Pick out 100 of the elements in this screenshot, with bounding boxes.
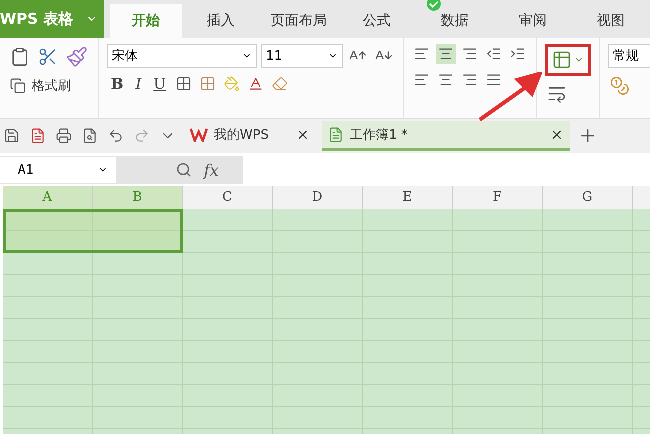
document-tab[interactable]: 工作簿1 * [322, 121, 570, 151]
grid-cell[interactable] [363, 253, 453, 275]
paste-icon[interactable] [10, 47, 30, 67]
ribbon-tab[interactable]: 数据 [416, 4, 494, 38]
print-icon[interactable] [56, 128, 72, 144]
grid-cell[interactable] [453, 209, 543, 231]
align-left-icon[interactable] [414, 72, 430, 88]
grid-cell[interactable] [273, 363, 363, 385]
align-button[interactable] [436, 44, 456, 64]
justify-icon[interactable] [486, 72, 502, 88]
print-preview-icon[interactable] [82, 128, 98, 144]
grid-cell[interactable] [93, 253, 183, 275]
grid-cell[interactable] [93, 341, 183, 363]
grid-cell[interactable] [3, 363, 93, 385]
grid-cell[interactable] [363, 275, 453, 297]
grid-cell[interactable] [543, 363, 633, 385]
grid-cell[interactable] [543, 319, 633, 341]
grid-cell[interactable] [183, 209, 273, 231]
grid-cell[interactable] [3, 319, 93, 341]
grid-cell[interactable] [93, 407, 183, 429]
undo-icon[interactable] [108, 128, 124, 144]
fill-color-icon[interactable] [224, 76, 240, 92]
grid-cell[interactable] [543, 341, 633, 363]
grid-cell[interactable] [363, 297, 453, 319]
grid-cell[interactable] [543, 407, 633, 429]
grid-cell[interactable] [183, 363, 273, 385]
grid-cell[interactable] [273, 253, 363, 275]
grid-cell[interactable] [183, 253, 273, 275]
ribbon-tab[interactable]: 开始 [110, 4, 182, 38]
column-header[interactable]: C [183, 186, 273, 209]
grid-cell[interactable] [453, 297, 543, 319]
grid-cell[interactable] [3, 253, 93, 275]
grid-cell[interactable] [363, 341, 453, 363]
ribbon-tab[interactable]: 公式 [338, 4, 416, 38]
grid-cell[interactable] [543, 231, 633, 253]
grid-cell[interactable] [453, 363, 543, 385]
ribbon-tab[interactable]: 视图 [572, 4, 650, 38]
save-icon[interactable] [4, 128, 20, 144]
grid-cell[interactable] [183, 297, 273, 319]
grid-cell[interactable] [183, 231, 273, 253]
grid-cell[interactable] [453, 231, 543, 253]
copy-icon[interactable] [10, 78, 26, 94]
grid-cell[interactable] [183, 407, 273, 429]
cut-icon[interactable] [38, 47, 58, 67]
redo-icon[interactable] [134, 128, 150, 144]
grid-cell[interactable] [273, 319, 363, 341]
font-style-button[interactable]: B [107, 75, 128, 93]
grid-cell[interactable] [273, 231, 363, 253]
grid-cell[interactable] [363, 385, 453, 407]
grid-cell[interactable] [273, 385, 363, 407]
align-right-icon[interactable] [462, 72, 478, 88]
grid-cell[interactable] [93, 319, 183, 341]
font-name-field[interactable]: 宋体 [107, 44, 257, 68]
grid-cell[interactable] [93, 297, 183, 319]
borders-icon[interactable] [176, 76, 192, 92]
grid-cell[interactable] [273, 209, 363, 231]
decrease-indent-icon[interactable] [486, 46, 502, 62]
font-style-button[interactable]: U [150, 75, 170, 93]
grid-cell[interactable] [183, 275, 273, 297]
ribbon-tab[interactable]: 插入 [182, 4, 260, 38]
grid-cell[interactable] [543, 253, 633, 275]
grid-cell[interactable] [183, 385, 273, 407]
grid-cell[interactable] [453, 407, 543, 429]
search-icon[interactable] [176, 162, 192, 178]
font-color-icon[interactable] [248, 76, 264, 92]
merge-button[interactable] [545, 44, 591, 76]
align-center-icon[interactable] [438, 72, 454, 88]
grid-cell[interactable] [453, 319, 543, 341]
font-style-button[interactable]: I [132, 75, 146, 93]
increase-indent-icon[interactable] [510, 46, 526, 62]
column-header[interactable]: G [543, 186, 633, 209]
grid-cell[interactable] [543, 297, 633, 319]
grid-cell[interactable] [543, 275, 633, 297]
function-label[interactable]: fx [204, 160, 219, 180]
number-format-field[interactable]: 常规 [608, 44, 650, 68]
font-size-field[interactable]: 11 [261, 44, 343, 68]
grid-cell[interactable] [453, 253, 543, 275]
grid-cell[interactable] [543, 209, 633, 231]
grid-cell[interactable] [183, 341, 273, 363]
grid-cell[interactable] [363, 363, 453, 385]
ribbon-tab[interactable]: 页面布局 [260, 4, 338, 38]
export-pdf-icon[interactable] [30, 128, 46, 144]
grid-cell[interactable] [93, 363, 183, 385]
grid-cell[interactable] [3, 275, 93, 297]
grid-cell[interactable] [273, 297, 363, 319]
cell-style-icon[interactable] [200, 76, 216, 92]
grid-cell[interactable] [543, 385, 633, 407]
column-header[interactable]: F [453, 186, 543, 209]
grid-cell[interactable] [273, 275, 363, 297]
grid-cell[interactable] [183, 319, 273, 341]
ribbon-tab[interactable]: 审阅 [494, 4, 572, 38]
grid-cell[interactable] [363, 209, 453, 231]
grid-cell[interactable] [453, 275, 543, 297]
eraser-icon[interactable] [272, 76, 288, 92]
format-painter-label[interactable]: 格式刷 [32, 77, 71, 95]
grid-cell[interactable] [3, 297, 93, 319]
formula-input[interactable] [242, 156, 650, 184]
format-painter-icon[interactable] [66, 46, 88, 68]
column-header[interactable]: D [273, 186, 363, 209]
grid-cell[interactable] [453, 385, 543, 407]
